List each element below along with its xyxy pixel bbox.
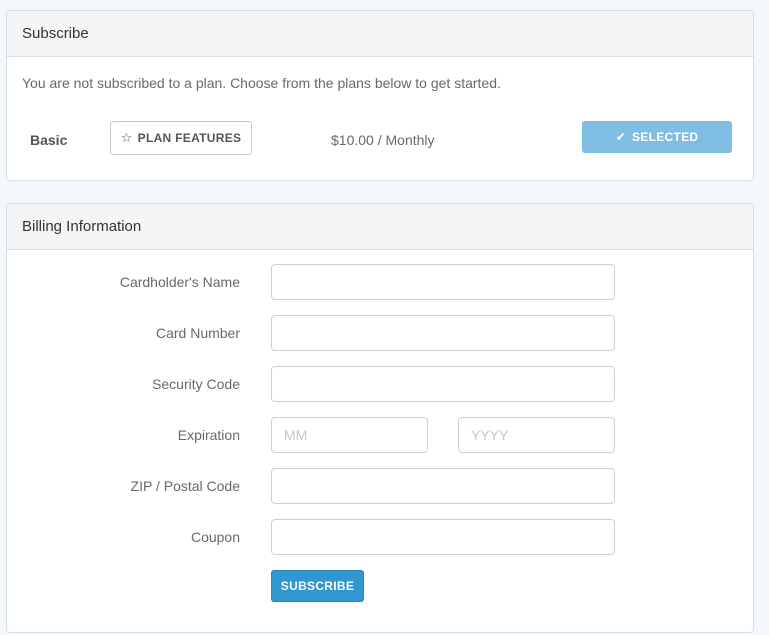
- expiration-month-input[interactable]: [271, 417, 428, 453]
- star-outline-icon: ☆: [120, 130, 133, 145]
- subscribe-panel: Subscribe You are not subscribed to a pl…: [6, 10, 754, 181]
- card-number-input[interactable]: [271, 315, 615, 351]
- coupon-row: Coupon: [7, 519, 753, 555]
- check-icon: ✔: [615, 130, 626, 144]
- subscribe-panel-title: Subscribe: [7, 11, 753, 57]
- security-code-row: Security Code: [7, 366, 753, 402]
- card-number-label: Card Number: [155, 325, 240, 341]
- plan-features-label: PLAN FEATURES: [137, 131, 242, 145]
- cardholder-name-input[interactable]: [271, 264, 615, 300]
- subscribe-button[interactable]: SUBSCRIBE: [271, 570, 364, 602]
- card-number-row: Card Number: [7, 315, 753, 351]
- plan-price: $10.00 / Monthly: [331, 132, 435, 148]
- cardholder-name-row: Cardholder's Name: [7, 264, 753, 300]
- coupon-label: Coupon: [190, 529, 240, 545]
- subscribe-intro-text: You are not subscribed to a plan. Choose…: [22, 75, 501, 91]
- billing-panel-title: Billing Information: [7, 204, 753, 250]
- plan-selected-label: SELECTED: [631, 130, 699, 144]
- zip-input[interactable]: [271, 468, 615, 504]
- plan-selected-button[interactable]: ✔ SELECTED: [582, 121, 732, 153]
- zip-row: ZIP / Postal Code: [7, 468, 753, 504]
- cardholder-name-label: Cardholder's Name: [119, 274, 240, 290]
- security-code-label: Security Code: [152, 376, 240, 392]
- expiration-year-input[interactable]: [458, 417, 615, 453]
- zip-label: ZIP / Postal Code: [130, 478, 240, 494]
- plan-name: Basic: [30, 132, 68, 148]
- coupon-input[interactable]: [271, 519, 615, 555]
- security-code-input[interactable]: [271, 366, 615, 402]
- billing-panel: Billing Information Cardholder's Name Ca…: [6, 203, 754, 633]
- expiration-label: Expiration: [177, 427, 240, 443]
- plan-features-button[interactable]: ☆ PLAN FEATURES: [110, 121, 252, 155]
- expiration-row: Expiration: [7, 417, 753, 453]
